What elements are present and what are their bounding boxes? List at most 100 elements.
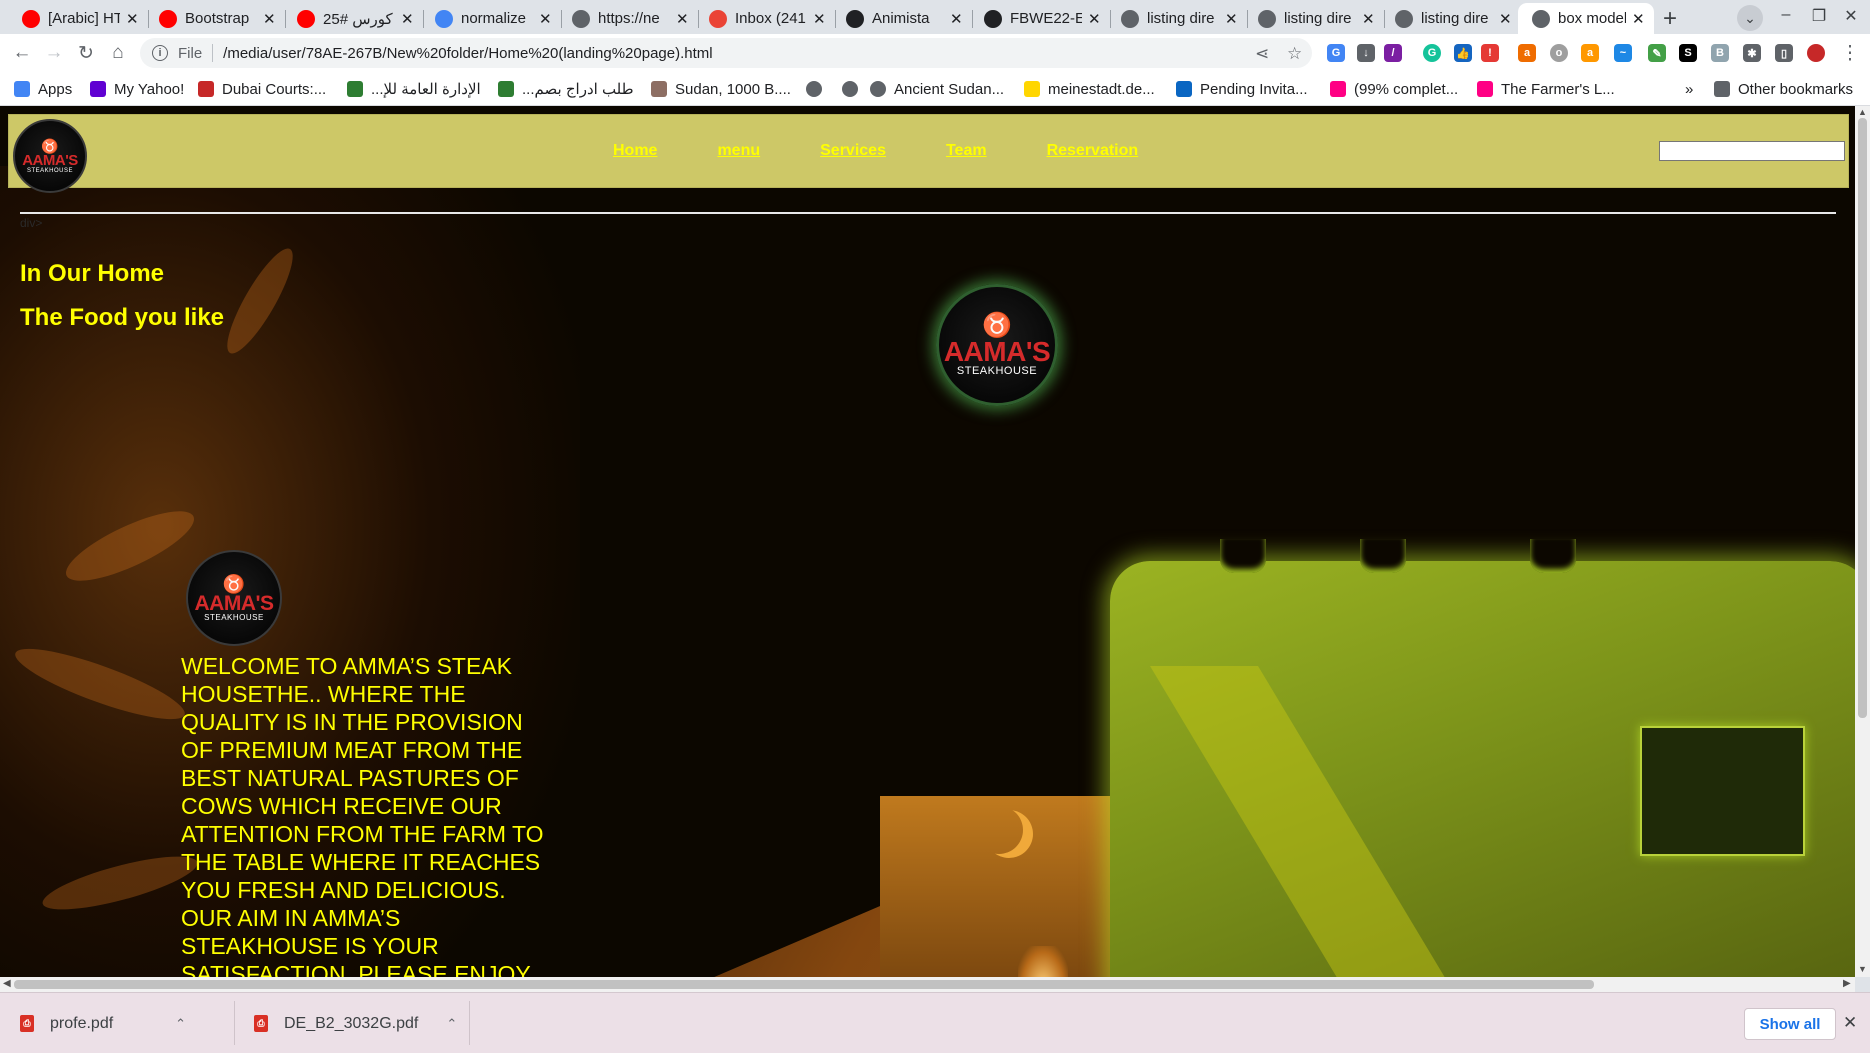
downloads-bar: ⎙ profe.pdf ⌃ ⎙ DE_B2_3032G.pdf ⌃ Show a… [0,992,1870,1053]
browser-tab[interactable]: FBWE22-E ✕ [970,3,1110,34]
scroll-up-arrow-icon[interactable]: ▲ [1858,107,1867,117]
bookmark-item[interactable]: Pending Invita... [1176,79,1308,99]
bookmark-item[interactable]: ...الإدارة العامة للإ [347,79,481,99]
amazon-extension-icon[interactable]: a [1581,44,1599,62]
tab-close-icon[interactable]: ✕ [950,10,964,28]
thumb-extension-icon[interactable]: 👍 [1454,44,1472,62]
circle-extension-icon[interactable]: o [1550,44,1568,62]
tab-close-icon[interactable]: ✕ [263,10,277,28]
tab-title: box model [1558,10,1626,27]
b-extension-icon[interactable]: B [1711,44,1729,62]
s-extension-icon[interactable]: S [1679,44,1697,62]
bookmark-item[interactable]: The Farmer's L... [1477,79,1615,99]
new-tab-plus-icon[interactable]: + [1656,5,1684,33]
tab-title: listing dire [1147,10,1215,27]
tab-title: normalize [461,10,527,27]
bookmark-item[interactable]: Dubai Courts:... [198,79,326,99]
minimize-icon[interactable]: – [1775,6,1797,24]
home-icon[interactable]: ⌂ [106,42,130,64]
other-bookmarks-folder[interactable]: Other bookmarks [1714,79,1853,99]
bookmark-item[interactable] [806,79,830,99]
bookmark-item[interactable]: Sudan, 1000 B.... [651,79,791,99]
tab-search-chevron-icon[interactable]: ⌄ [1737,5,1763,31]
browser-tab[interactable]: listing dire ✕ [1107,3,1247,34]
scroll-down-arrow-icon[interactable]: ▼ [1858,964,1867,974]
header-logo[interactable]: ♉ AAMA'S STEAKHOUSE [13,119,87,193]
bookmark-item[interactable]: ...طلب ادراج بصم [498,79,634,99]
tab-close-icon[interactable]: ✕ [813,10,827,28]
extensions-puzzle-icon[interactable]: ✱ [1743,44,1761,62]
address-url[interactable]: /media/user/78AE-267B/New%20folder/Home%… [223,45,712,62]
bookmark-label: My Yahoo! [114,80,185,98]
browser-tab[interactable]: Bootstrap ✕ [145,3,285,34]
profile-avatar-icon[interactable] [1807,44,1825,62]
tab-title: listing dire [1421,10,1489,27]
tab-close-icon[interactable]: ✕ [676,10,690,28]
forward-arrow-icon[interactable]: → [42,42,66,64]
nav-link-home[interactable]: Home [613,142,657,162]
download-item[interactable]: ⎙ DE_B2_3032G.pdf ⌃ [254,993,457,1053]
youtube-icon [159,9,177,28]
lock-extension-icon[interactable]: a [1518,44,1536,62]
bookmark-item[interactable]: Ancient Sudan... [870,79,1004,99]
horizontal-scrollbar[interactable]: ◀ ▶ [0,977,1855,992]
browser-tab[interactable]: Animista ✕ [832,3,972,34]
menu-kebab-icon[interactable]: ⋮ [1838,42,1862,65]
address-bar[interactable]: i File /media/user/78AE-267B/New%20folde… [140,38,1312,68]
bookmark-item[interactable] [842,79,866,99]
nav-link-team[interactable]: Team [946,142,987,162]
tab-close-icon[interactable]: ✕ [539,10,553,28]
browser-tab[interactable]: listing dire ✕ [1381,3,1521,34]
nav-link-menu[interactable]: menu [717,142,760,162]
globe-icon [1532,9,1550,28]
nav-link-reservation[interactable]: Reservation [1047,142,1139,162]
chevron-up-icon[interactable]: ⌃ [446,1016,457,1032]
browser-tab[interactable]: [Arabic] HTML ✕ [8,3,148,34]
tab-close-icon[interactable]: ✕ [1088,10,1102,28]
show-all-button[interactable]: Show all [1744,1008,1836,1040]
download-item[interactable]: ⎙ profe.pdf ⌃ [20,993,186,1053]
pen-extension-icon[interactable]: / [1384,44,1402,62]
tab-close-icon[interactable]: ✕ [126,10,140,28]
browser-tab[interactable]: https://ne ✕ [558,3,698,34]
download-extension-icon[interactable]: ↓ [1357,44,1375,62]
share-icon[interactable]: ⋖ [1255,44,1269,64]
site-info-icon[interactable]: i [152,45,168,61]
back-arrow-icon[interactable]: ← [10,42,34,64]
bookmark-star-icon[interactable]: ☆ [1287,44,1302,64]
tab-close-icon[interactable]: ✕ [1362,10,1376,28]
browser-tab[interactable]: normalize ✕ [421,3,561,34]
translate-extension-icon[interactable]: G [1327,44,1345,62]
bookmark-item[interactable]: meinestadt.de... [1024,79,1155,99]
browser-tab[interactable]: كورس #25 ✕ [283,3,423,34]
vertical-scrollbar[interactable]: ▲ ▼ [1855,106,1870,977]
maximize-icon[interactable]: ❐ [1808,6,1830,26]
scroll-right-arrow-icon[interactable]: ▶ [1843,978,1851,989]
browser-tab[interactable]: listing dire ✕ [1244,3,1384,34]
horizontal-scroll-thumb[interactable] [14,980,1594,989]
restaurant-sign [1640,726,1805,856]
eyedropper-extension-icon[interactable]: ✎ [1648,44,1666,62]
bookmarks-overflow-chevron-icon[interactable]: » [1685,79,1693,99]
bookmark-item[interactable]: My Yahoo! [90,79,184,99]
bookmark-item[interactable]: Apps [14,79,72,99]
side-panel-icon[interactable]: ▯ [1775,44,1793,62]
reload-icon[interactable]: ↻ [74,42,98,65]
nav-link-services[interactable]: Services [820,142,886,162]
wave-extension-icon[interactable]: ~ [1614,44,1632,62]
bookmark-item[interactable]: (99% complet... [1330,79,1458,99]
scroll-left-arrow-icon[interactable]: ◀ [3,978,11,989]
close-downloads-icon[interactable]: ✕ [1843,1013,1857,1033]
browser-tab[interactable]: Inbox (241 ✕ [695,3,835,34]
megaphone-extension-icon[interactable]: ! [1481,44,1499,62]
browser-tab[interactable]: box model ✕ [1518,3,1654,34]
vertical-scroll-thumb[interactable] [1858,118,1867,718]
tab-close-icon[interactable]: ✕ [1225,10,1239,28]
grammarly-extension-icon[interactable]: G [1423,44,1441,62]
tab-close-icon[interactable]: ✕ [1632,10,1646,28]
window-close-icon[interactable]: ✕ [1840,6,1862,26]
chevron-up-icon[interactable]: ⌃ [175,1016,186,1032]
site-search-input[interactable] [1659,141,1845,161]
tab-close-icon[interactable]: ✕ [401,10,415,28]
tab-close-icon[interactable]: ✕ [1499,10,1513,28]
